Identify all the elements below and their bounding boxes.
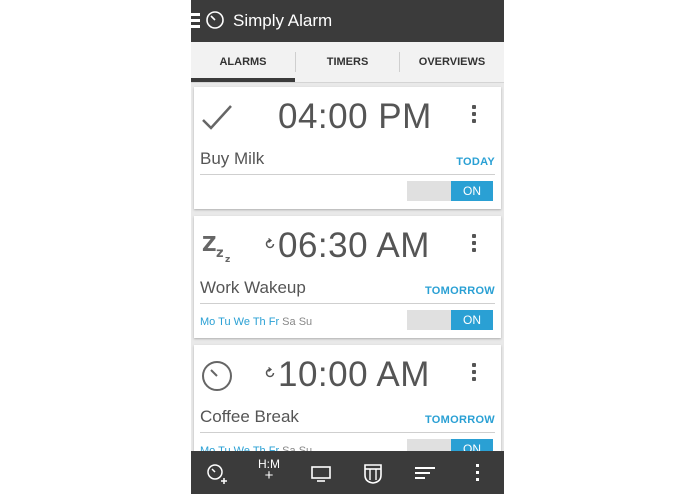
divider: [200, 303, 495, 304]
add-time-button[interactable]: H:M +: [243, 451, 295, 494]
alarm-card[interactable]: 04:00 PM Buy Milk TODAY ON: [194, 87, 501, 209]
tab-bar: ALARMS TIMERS OVERVIEWS: [191, 42, 504, 83]
tab-timers[interactable]: TIMERS: [296, 42, 399, 82]
add-alarm-button[interactable]: [191, 451, 243, 494]
toggle-on-label: ON: [451, 181, 493, 201]
alarm-time[interactable]: 06:30 AM: [278, 226, 430, 266]
day-tu[interactable]: Tu: [218, 316, 230, 328]
day-mo[interactable]: Mo: [200, 316, 215, 328]
sort-button[interactable]: [399, 451, 451, 494]
day-su[interactable]: Su: [299, 316, 312, 328]
alarm-when: TODAY: [456, 156, 495, 168]
alarm-when: TOMORROW: [424, 414, 495, 426]
add-time-plus: +: [264, 467, 274, 484]
clock-icon: [202, 361, 232, 391]
display-button[interactable]: [295, 451, 347, 494]
repeat-days: Mo Tu We Th Fr Sa Su: [200, 316, 312, 328]
app-title: Simply Alarm: [233, 11, 333, 30]
overflow-button[interactable]: [451, 451, 503, 494]
sort-icon: [415, 467, 435, 479]
alarm-card[interactable]: Z z z 06:30 AM Work Wakeup TOMORROW Mo T…: [194, 216, 501, 338]
divider: [200, 432, 495, 433]
alarm-card[interactable]: 10:00 AM Coffee Break TOMORROW Mo Tu We …: [194, 345, 501, 467]
add-time-icon: H:M +: [256, 458, 282, 484]
svg-text:z: z: [216, 246, 224, 261]
calendar-icon: [364, 464, 382, 484]
day-sa[interactable]: Sa: [282, 316, 295, 328]
display-icon: [311, 466, 331, 482]
drawer-menu-icon[interactable]: [191, 13, 200, 29]
phone-screen: Simply Alarm ALARMS TIMERS OVERVIEWS 04:…: [191, 0, 504, 494]
alarm-label: Buy Milk: [200, 149, 265, 168]
alarm-label: Coffee Break: [200, 407, 299, 426]
svg-text:z: z: [225, 255, 230, 264]
alarm-when: TOMORROW: [424, 285, 495, 297]
snooze-icon: Z z z: [202, 232, 230, 264]
app-logo-icon: [206, 11, 224, 29]
alarm-label: Work Wakeup: [200, 278, 306, 297]
svg-text:Z: Z: [202, 232, 217, 256]
day-we[interactable]: We: [234, 316, 250, 328]
toggle-on-label: ON: [451, 310, 493, 330]
tab-overviews[interactable]: OVERVIEWS: [400, 42, 504, 82]
alarm-toggle[interactable]: ON: [407, 181, 493, 201]
alarm-time[interactable]: 04:00 PM: [278, 97, 432, 137]
overflow-menu-icon[interactable]: [470, 105, 478, 129]
overflow-menu-icon[interactable]: [470, 234, 478, 258]
overflow-menu-icon[interactable]: [470, 363, 478, 387]
alarm-time[interactable]: 10:00 AM: [278, 355, 430, 395]
day-fr[interactable]: Fr: [269, 316, 279, 328]
checkmark-icon: [202, 105, 232, 130]
day-th[interactable]: Th: [253, 316, 266, 328]
add-alarm-icon: [207, 464, 227, 484]
overflow-icon: [476, 464, 479, 481]
repeat-icon: [265, 367, 275, 378]
calendar-button[interactable]: [347, 451, 399, 494]
divider: [200, 174, 495, 175]
bottom-action-bar: H:M +: [191, 451, 504, 494]
app-bar: Simply Alarm: [191, 0, 504, 42]
alarm-toggle[interactable]: ON: [407, 310, 493, 330]
tab-alarms[interactable]: ALARMS: [191, 42, 295, 82]
repeat-icon: [265, 238, 275, 249]
